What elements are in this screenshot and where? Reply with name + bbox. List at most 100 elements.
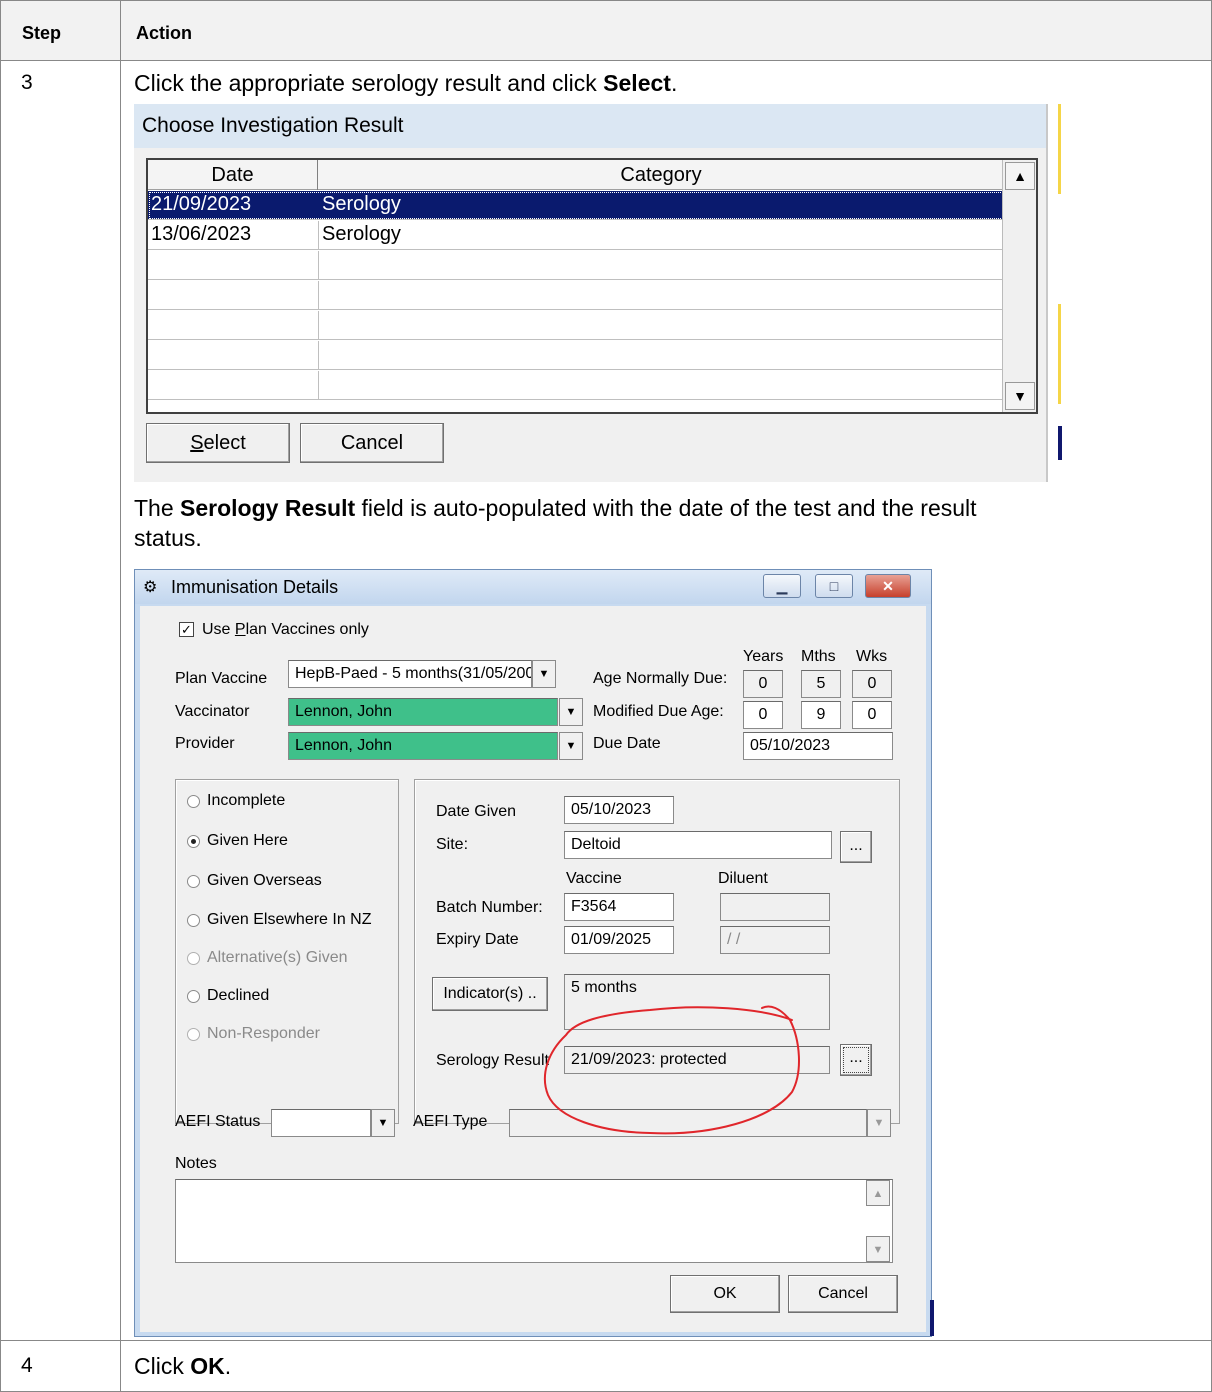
table-row	[148, 311, 1004, 340]
column-divider-2	[120, 0, 121, 1392]
cancel-button[interactable]: Cancel	[788, 1275, 898, 1313]
row-date: 13/06/2023	[151, 223, 252, 245]
modified-age-months[interactable]: 9	[801, 701, 841, 729]
serology-lookup-button[interactable]: ...	[840, 1044, 872, 1076]
modified-due-age-label: Modified Due Age:	[593, 703, 724, 720]
ok-button[interactable]: OK	[670, 1275, 780, 1313]
serology-result-label: Serology Result	[436, 1052, 549, 1069]
notes-scroll-up-icon[interactable]: ▲	[866, 1180, 890, 1206]
provider-label: Provider	[175, 735, 235, 752]
aefi-status-dropdown-icon[interactable]: ▼	[371, 1109, 395, 1137]
header-action: Action	[136, 23, 192, 43]
serology-result-field: 21/09/2023: protected	[564, 1046, 830, 1074]
step-number: 4	[21, 1354, 33, 1377]
aefi-status-label: AEFI Status	[175, 1113, 261, 1130]
modified-age-weeks[interactable]: 0	[852, 701, 892, 729]
window-title: Immunisation Details	[171, 577, 339, 597]
radio-label: Non-Responder	[207, 1025, 320, 1042]
age-due-months: 5	[801, 670, 841, 698]
use-plan-label: Use Plan Vaccines only	[202, 621, 369, 638]
diluent-column-label: Diluent	[718, 870, 768, 887]
table-row	[148, 251, 1004, 280]
batch-number-field[interactable]: F3564	[564, 893, 674, 921]
minimize-icon[interactable]: ▁	[763, 574, 801, 598]
plan-vaccine-label: Plan Vaccine	[175, 670, 268, 687]
radio-label: Declined	[207, 987, 270, 1004]
table-row	[148, 341, 1004, 370]
modified-age-years[interactable]: 0	[743, 701, 783, 729]
close-icon[interactable]: ✕	[865, 574, 911, 598]
row-divider	[0, 1340, 1212, 1341]
step-instruction: Click OK.	[134, 1353, 232, 1379]
radio-given-overseas[interactable]	[187, 875, 200, 888]
table-row[interactable]: 21/09/2023 Serology	[148, 191, 1004, 220]
radio-declined[interactable]	[187, 990, 200, 1003]
expiry-date-label: Expiry Date	[436, 931, 519, 948]
indicators-button[interactable]: Indicator(s) ..	[432, 977, 548, 1011]
chevron-down-icon[interactable]: ▼	[559, 698, 583, 726]
step-description: The Serology Result field is auto-popula…	[134, 495, 977, 551]
scroll-up-icon[interactable]: ▲	[1005, 162, 1035, 190]
row-category: Serology	[322, 193, 401, 215]
chevron-down-icon[interactable]: ▼	[559, 732, 583, 760]
due-date-field[interactable]: 05/10/2023	[743, 732, 893, 760]
aefi-status-select[interactable]	[271, 1109, 371, 1137]
radio-label: Alternative(s) Given	[207, 949, 348, 966]
aefi-type-select	[509, 1109, 867, 1137]
table-row[interactable]: 13/06/2023 Serology	[148, 221, 1004, 250]
diluent-batch-field	[720, 893, 830, 921]
cancel-button[interactable]: Cancel	[300, 423, 444, 463]
site-field[interactable]: Deltoid	[564, 831, 832, 859]
column-header-category[interactable]: Category	[318, 160, 1004, 190]
diluent-expiry-field: / /	[720, 926, 830, 954]
select-button[interactable]: Select	[146, 423, 290, 463]
table-row	[148, 281, 1004, 310]
step-instruction: Click the appropriate serology result an…	[134, 70, 678, 96]
site-lookup-button[interactable]: ...	[840, 831, 872, 863]
radio-label: Given Elsewhere In NZ	[207, 911, 372, 928]
table-header-row: Step Action	[0, 0, 1212, 61]
notes-scroll-down-icon[interactable]: ▼	[866, 1236, 890, 1262]
radio-label: Incomplete	[207, 792, 286, 809]
age-due-weeks: 0	[852, 670, 892, 698]
aefi-type-label: AEFI Type	[413, 1113, 488, 1130]
plan-vaccine-select[interactable]: HepB-Paed - 5 months(31/05/2008	[288, 660, 532, 688]
provider-select[interactable]: Lennon, John	[288, 732, 558, 760]
use-plan-checkbox[interactable]: ✓	[179, 622, 194, 637]
age-due-years: 0	[743, 670, 783, 698]
date-given-field[interactable]: 05/10/2023	[564, 796, 674, 824]
grid-scrollbar[interactable]: ▲ ▼	[1002, 160, 1036, 412]
header-step: Step	[22, 23, 62, 43]
column-header-date[interactable]: Date	[148, 160, 318, 190]
notes-label: Notes	[175, 1155, 217, 1172]
age-normally-due-label: Age Normally Due:	[593, 670, 728, 687]
radio-label: Given Here	[207, 832, 288, 849]
indicator-field: 5 months	[564, 974, 830, 1030]
batch-number-label: Batch Number:	[436, 899, 543, 916]
background-window-edge	[1046, 104, 1062, 482]
row-date: 21/09/2023	[151, 193, 252, 215]
window-titlebar: ⚙ Immunisation Details ▁ □ ✕	[135, 570, 931, 604]
radio-given-elsewhere[interactable]	[187, 914, 200, 927]
radio-label: Given Overseas	[207, 872, 322, 889]
due-date-label: Due Date	[593, 735, 661, 752]
radio-incomplete[interactable]	[187, 795, 200, 808]
aefi-type-dropdown-icon: ▼	[867, 1109, 891, 1137]
table-border-left	[0, 0, 1, 1392]
step-number: 3	[21, 71, 33, 94]
radio-alternative	[187, 952, 200, 965]
weeks-header: Wks	[856, 648, 888, 665]
table-row	[148, 371, 1004, 400]
expiry-date-field[interactable]: 01/09/2025	[564, 926, 674, 954]
vaccine-column-label: Vaccine	[566, 870, 622, 887]
window-body: ✓ Use Plan Vaccines only Years Mths Wks …	[140, 606, 926, 1332]
radio-non-responder	[187, 1028, 200, 1041]
vaccinator-select[interactable]: Lennon, John	[288, 698, 558, 726]
years-header: Years	[743, 648, 784, 665]
scroll-down-icon[interactable]: ▼	[1005, 382, 1035, 410]
maximize-icon[interactable]: □	[815, 574, 853, 598]
radio-given-here[interactable]	[187, 835, 200, 848]
notes-textarea[interactable]	[175, 1179, 893, 1263]
chevron-down-icon[interactable]: ▼	[532, 660, 556, 688]
grid-header: Date Category	[148, 160, 1004, 190]
